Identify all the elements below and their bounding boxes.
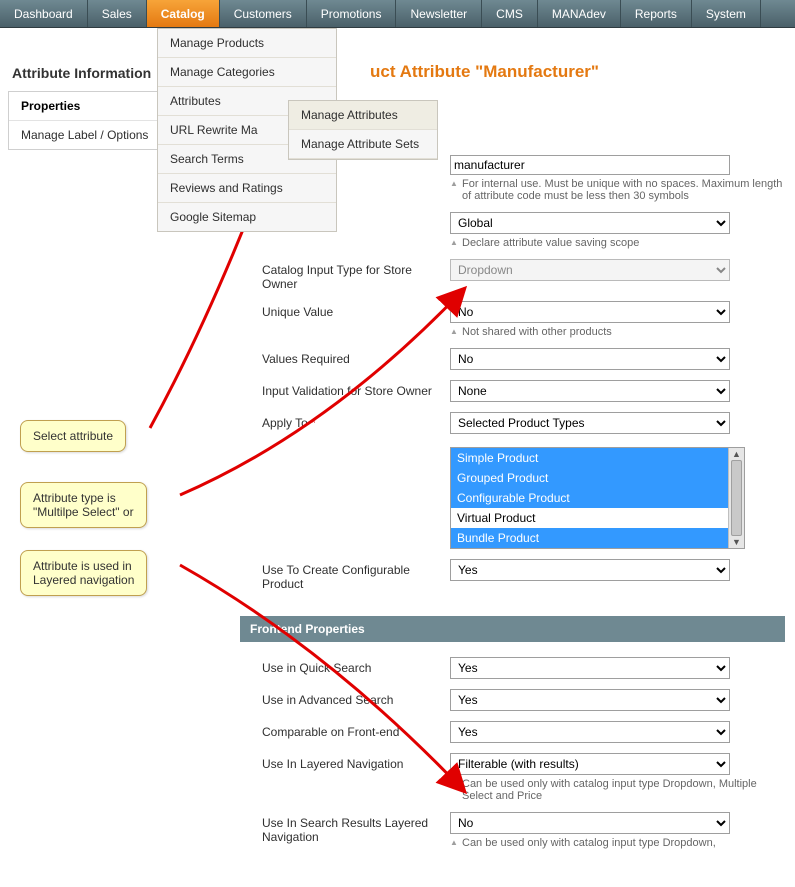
product-types-multiselect[interactable]: Simple Product Grouped Product Configura…	[450, 447, 745, 549]
layered-nav-hint: Can be used only with catalog input type…	[450, 778, 785, 802]
scroll-down-icon[interactable]: ▼	[729, 536, 744, 548]
use-configurable-select[interactable]: Yes	[450, 559, 730, 581]
input-type-select: Dropdown	[450, 259, 730, 281]
nav-reports[interactable]: Reports	[621, 0, 692, 27]
use-configurable-label: Use To Create Configurable Product	[240, 559, 450, 591]
quick-search-select[interactable]: Yes	[450, 657, 730, 679]
layered-results-select[interactable]: No	[450, 812, 730, 834]
nav-newsletter[interactable]: Newsletter	[396, 0, 482, 27]
nav-sales[interactable]: Sales	[88, 0, 147, 27]
layered-nav-label: Use In Layered Navigation	[240, 753, 450, 771]
layered-results-hint: Can be used only with catalog input type…	[450, 837, 785, 849]
product-type-option[interactable]: Virtual Product	[451, 508, 744, 528]
unique-value-hint: Not shared with other products	[450, 326, 785, 338]
top-navigation: Dashboard Sales Catalog Customers Promot…	[0, 0, 795, 28]
nav-manadev[interactable]: MANAdev	[538, 0, 621, 27]
nav-system[interactable]: System	[692, 0, 761, 27]
menu-google-sitemap[interactable]: Google Sitemap	[158, 203, 336, 231]
advanced-search-select[interactable]: Yes	[450, 689, 730, 711]
nav-cms[interactable]: CMS	[482, 0, 538, 27]
multiselect-scrollbar[interactable]: ▲ ▼	[728, 448, 744, 548]
values-required-label: Values Required	[240, 348, 450, 366]
callout-layered-navigation: Attribute is used inLayered navigation	[20, 550, 147, 596]
attribute-code-hint: For internal use. Must be unique with no…	[450, 178, 785, 202]
submenu-manage-attribute-sets[interactable]: Manage Attribute Sets	[289, 130, 437, 159]
scope-select[interactable]: Global	[450, 212, 730, 234]
layered-results-label: Use In Search Results Layered Navigation	[240, 812, 450, 844]
product-type-option[interactable]: Simple Product	[451, 448, 744, 468]
nav-dashboard[interactable]: Dashboard	[0, 0, 88, 27]
attributes-submenu: Manage Attributes Manage Attribute Sets	[288, 100, 438, 160]
input-validation-label: Input Validation for Store Owner	[240, 380, 450, 398]
apply-to-select[interactable]: Selected Product Types	[450, 412, 730, 434]
menu-manage-products[interactable]: Manage Products	[158, 29, 336, 58]
advanced-search-label: Use in Advanced Search	[240, 689, 450, 707]
callout-select-attribute: Select attribute	[20, 420, 126, 452]
nav-promotions[interactable]: Promotions	[307, 0, 397, 27]
page-title: uct Attribute "Manufacturer"	[370, 62, 599, 82]
comparable-label: Comparable on Front-end	[240, 721, 450, 739]
unique-value-label: Unique Value	[240, 301, 450, 319]
product-type-option[interactable]: Bundle Product	[451, 528, 744, 548]
attribute-code-input[interactable]	[450, 155, 730, 175]
product-type-option[interactable]: Configurable Product	[451, 488, 744, 508]
menu-manage-categories[interactable]: Manage Categories	[158, 58, 336, 87]
input-type-label: Catalog Input Type for Store Owner	[240, 259, 450, 291]
comparable-select[interactable]: Yes	[450, 721, 730, 743]
apply-to-label: Apply To *	[240, 412, 450, 430]
product-type-option[interactable]: Grouped Product	[451, 468, 744, 488]
nav-catalog[interactable]: Catalog	[147, 0, 220, 27]
quick-search-label: Use in Quick Search	[240, 657, 450, 675]
values-required-select[interactable]: No	[450, 348, 730, 370]
submenu-manage-attributes[interactable]: Manage Attributes	[289, 101, 437, 130]
nav-customers[interactable]: Customers	[220, 0, 307, 27]
input-validation-select[interactable]: None	[450, 380, 730, 402]
frontend-properties-header: Frontend Properties	[240, 616, 785, 642]
menu-reviews-ratings[interactable]: Reviews and Ratings	[158, 174, 336, 203]
callout-attribute-type: Attribute type is"Multilpe Select" or	[20, 482, 147, 528]
scroll-thumb[interactable]	[731, 460, 742, 536]
scroll-up-icon[interactable]: ▲	[729, 448, 744, 460]
unique-value-select[interactable]: No	[450, 301, 730, 323]
scope-hint: Declare attribute value saving scope	[450, 237, 785, 249]
layered-nav-select[interactable]: Filterable (with results)	[450, 753, 730, 775]
